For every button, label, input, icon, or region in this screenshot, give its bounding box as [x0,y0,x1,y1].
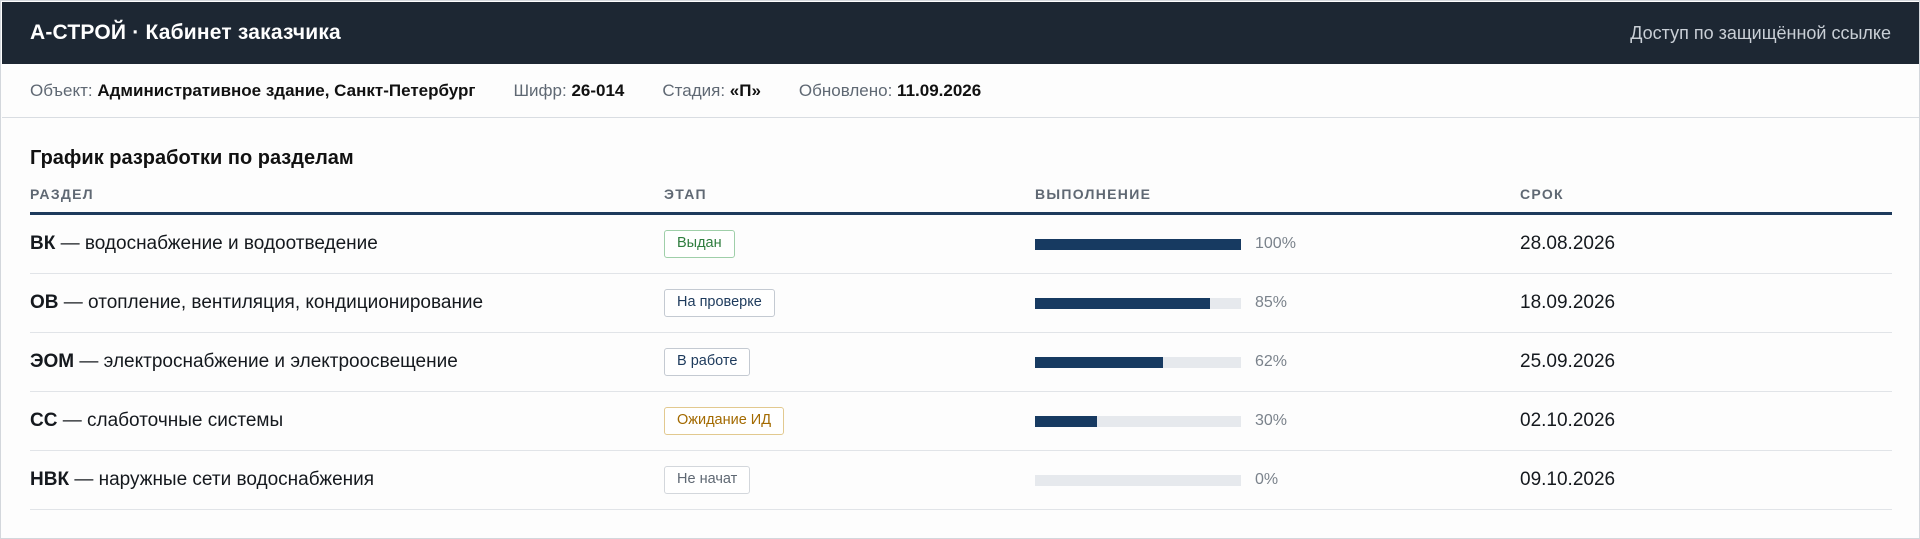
section-name: — электроснабжение и электроосвещение [74,351,458,372]
progress-cell: 85% [1035,274,1287,332]
progress-cell: 0% [1035,451,1278,509]
stage-cell: Выдан [664,215,735,273]
progress-cell: 100% [1035,215,1296,273]
schedule-table: РАЗДЕЛ ЭТАП ВЫПОЛНЕНИЕ СРОК ВК — водосна… [30,183,1892,510]
meta-stage-label: Стадия: [662,80,726,100]
deadline-cell: 25.09.2026 [1520,351,1616,372]
meta-updated-value: 11.09.2026 [897,80,982,100]
section-name: — отопление, вентиляция, кондиционирован… [58,292,484,313]
meta-code: Шифр: 26-014 [513,81,624,101]
progress-bar [1035,356,1241,368]
progress-percent: 100% [1255,235,1296,252]
progress-percent: 30% [1255,412,1288,429]
progress-bar [1035,238,1241,250]
section-code: НВК [30,469,70,490]
column-header-stage: ЭТАП [664,186,707,202]
progress-bar-fill [1035,356,1163,368]
stage-cell: В работе [664,333,751,391]
meta-code-value: 26-014 [571,80,625,100]
section-cell: ЭОМ — электроснабжение и электроосвещени… [30,333,458,391]
protected-link-access[interactable]: Доступ по защищённой ссылке [1630,23,1891,44]
stage-badge[interactable]: На проверке [664,289,775,317]
progress-percent: 0% [1255,471,1279,488]
section-name: — водоснабжение и водоотведение [55,233,378,254]
table-header: РАЗДЕЛ ЭТАП ВЫПОЛНЕНИЕ СРОК [30,183,1892,215]
deadline-cell: 02.10.2026 [1520,410,1616,431]
meta-object-value: Административное здание, Санкт-Петербург [97,80,476,100]
progress-bar-fill [1035,238,1241,250]
column-header-section: РАЗДЕЛ [30,186,94,202]
column-header-progress: ВЫПОЛНЕНИЕ [1035,186,1152,202]
section-cell: НВК — наружные сети водоснабжения [30,451,374,509]
table-row[interactable]: ОВ — отопление, вентиляция, кондициониро… [30,274,1892,333]
meta-stage: Стадия: «П» [662,81,761,101]
table-row[interactable]: ВК — водоснабжение и водоотведение Выдан 1… [30,215,1892,274]
stage-badge[interactable]: Не начат [664,466,751,494]
top-bar: А-СТРОЙ · Кабинет заказчика Доступ по за… [2,2,1919,64]
section-cell: ОВ — отопление, вентиляция, кондициониро… [30,274,483,332]
progress-bar-fill [1035,297,1211,309]
stage-cell: На проверке [664,274,775,332]
section-cell: СС — слаботочные системы [30,392,283,450]
table-row[interactable]: НВК — наружные сети водоснабжения Не нача… [30,451,1892,510]
table-row[interactable]: СС — слаботочные системы Ожидание ИД 30% 02… [30,392,1892,451]
deadline-cell: 18.09.2026 [1520,292,1616,313]
meta-object-label: Объект: [30,80,93,100]
progress-cell: 62% [1035,333,1287,391]
meta-object: Объект: Административное здание, Санкт-П… [30,81,475,101]
section-code: СС [30,410,58,431]
schedule-title: График разработки по разделам [30,147,354,169]
progress-bar [1035,474,1241,486]
table-body: ВК — водоснабжение и водоотведение Выдан 1… [30,215,1892,510]
meta-updated: Обновлено: 11.09.2026 [799,81,981,101]
section-name: — наружные сети водоснабжения [69,469,375,490]
progress-bar [1035,297,1241,309]
progress-bar [1035,415,1241,427]
deadline-cell: 28.08.2026 [1520,233,1616,254]
deadline-cell: 09.10.2026 [1520,469,1616,490]
progress-cell: 30% [1035,392,1287,450]
stage-cell: Ожидание ИД [664,392,785,450]
progress-percent: 62% [1255,353,1288,370]
progress-percent: 85% [1255,294,1288,311]
meta-code-label: Шифр: [513,80,567,100]
column-header-deadline: СРОК [1520,186,1564,202]
section-code: ЭОМ [30,351,75,372]
meta-stage-value: «П» [729,80,761,100]
meta-updated-label: Обновлено: [798,80,893,100]
section-cell: ВК — водоснабжение и водоотведение [30,215,378,273]
stage-badge[interactable]: Выдан [664,230,735,258]
app-window: А-СТРОЙ · Кабинет заказчика Доступ по за… [0,0,1920,539]
section-code: ВК [30,233,56,254]
stage-badge[interactable]: В работе [664,348,751,376]
project-meta-bar: Объект: Административное здание, Санкт-П… [2,64,1919,118]
stage-badge[interactable]: Ожидание ИД [664,407,785,435]
stage-cell: Не начат [664,451,751,509]
app-title: А-СТРОЙ · Кабинет заказчика [30,21,341,44]
progress-bar-fill [1035,415,1097,427]
table-row[interactable]: ЭОМ — электроснабжение и электроосвещени… [30,333,1892,392]
section-code: ОВ [30,292,59,313]
section-name: — слаботочные системы [57,410,284,431]
